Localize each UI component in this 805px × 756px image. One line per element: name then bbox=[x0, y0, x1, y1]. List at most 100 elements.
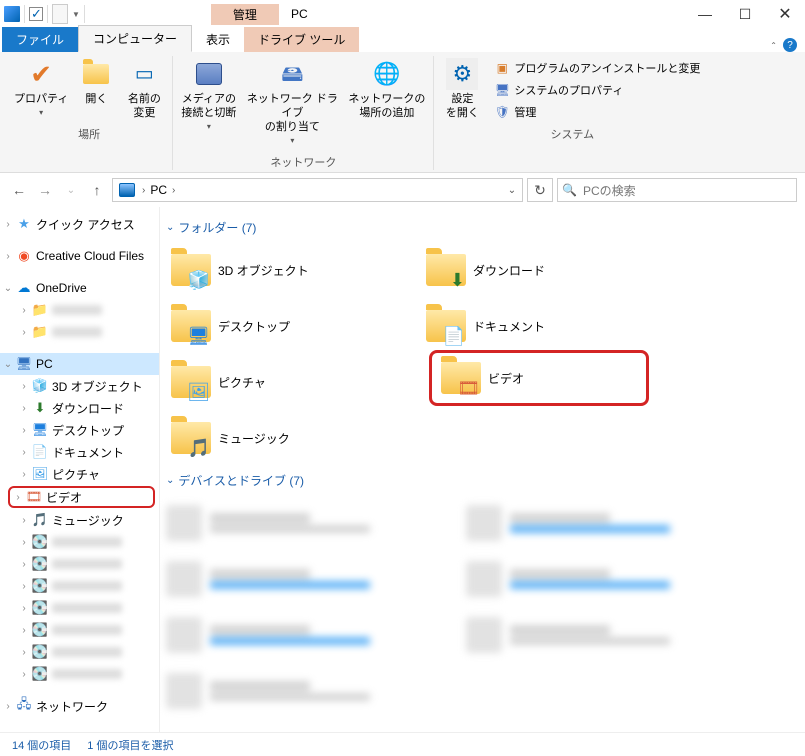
qat-checkbox-1[interactable] bbox=[29, 7, 43, 21]
rename-button[interactable]: ▭ 名前の 変更 bbox=[122, 56, 166, 122]
qat-dropdown-caret[interactable]: ▼ bbox=[72, 10, 80, 19]
tab-file[interactable]: ファイル bbox=[2, 27, 78, 52]
folder-music[interactable]: 🎵 ミュージック bbox=[166, 410, 421, 466]
map-drive-button[interactable]: 🖴 ネットワーク ドライブ の割り当て ▾ bbox=[242, 56, 342, 150]
search-box[interactable]: 🔍 PCの検索 bbox=[557, 178, 797, 202]
tree-music[interactable]: ›🎵ミュージック bbox=[0, 509, 159, 531]
tree-drive[interactable]: ›💽 bbox=[0, 553, 159, 575]
tree-onedrive-child[interactable]: ›📁 bbox=[0, 299, 159, 321]
tree-drive[interactable]: ›💽 bbox=[0, 531, 159, 553]
tree-downloads[interactable]: ›⬇ダウンロード bbox=[0, 397, 159, 419]
open-button[interactable]: 開く bbox=[74, 56, 118, 108]
folder-icon: 🎵 bbox=[170, 417, 212, 459]
tree-onedrive-child[interactable]: ›📁 bbox=[0, 321, 159, 343]
uninstall-programs-button[interactable]: ▣ プログラムのアンインストールと変更 bbox=[490, 58, 704, 78]
settings-label: 設定 を開く bbox=[446, 92, 479, 120]
drive-item[interactable] bbox=[166, 663, 466, 719]
cloud-icon: ☁ bbox=[16, 280, 32, 296]
status-selected-count: 1 個の項目を選択 bbox=[87, 737, 173, 753]
address-bar[interactable]: › PC › ⌄ bbox=[112, 178, 523, 202]
up-button[interactable]: ↑ bbox=[86, 179, 108, 201]
qat-blank-document-icon[interactable] bbox=[52, 4, 68, 24]
tree-pictures[interactable]: ›🖼ピクチャ bbox=[0, 463, 159, 485]
properties-button[interactable]: ✔ プロパティ ▾ bbox=[12, 56, 70, 122]
tab-drive-tools[interactable]: ドライブ ツール bbox=[244, 27, 359, 52]
tree-drive[interactable]: ›💽 bbox=[0, 597, 159, 619]
help-icon[interactable]: ? bbox=[783, 38, 797, 52]
drive-item[interactable] bbox=[166, 607, 466, 663]
folder-downloads[interactable]: ⬇ ダウンロード bbox=[421, 242, 676, 298]
folder-documents[interactable]: 📄 ドキュメント bbox=[421, 298, 676, 354]
tree-documents[interactable]: ›📄ドキュメント bbox=[0, 441, 159, 463]
section-drives-header[interactable]: ⌄ デバイスとドライブ (7) bbox=[166, 466, 793, 495]
tab-view[interactable]: 表示 bbox=[192, 27, 244, 52]
drive-item[interactable] bbox=[466, 495, 766, 551]
folder-videos[interactable]: 🎞 ビデオ bbox=[429, 350, 649, 406]
back-button[interactable]: ← bbox=[8, 179, 30, 201]
navigation-tree[interactable]: ›★クイック アクセス ›◉Creative Cloud Files ⌄☁One… bbox=[0, 207, 160, 732]
tree-videos[interactable]: ›🎞ビデオ bbox=[8, 486, 155, 508]
recent-dropdown[interactable]: ⌄ bbox=[60, 179, 82, 201]
tree-drive[interactable]: ›💽 bbox=[0, 641, 159, 663]
search-placeholder: PCの検索 bbox=[583, 182, 636, 199]
document-icon: 📄 bbox=[32, 444, 48, 460]
drives-list bbox=[166, 495, 793, 719]
drive-item[interactable] bbox=[166, 495, 466, 551]
app-icon bbox=[4, 6, 20, 22]
folder-desktop[interactable]: 🖥 デスクトップ bbox=[166, 298, 421, 354]
system-properties-button[interactable]: 🖥 システムのプロパティ bbox=[490, 80, 704, 100]
address-dropdown-icon[interactable]: ⌄ bbox=[504, 185, 520, 196]
uninstall-label: プログラムのアンインストールと変更 bbox=[514, 60, 700, 76]
folder-icon: ⬇ bbox=[425, 249, 467, 291]
tree-creative-cloud[interactable]: ›◉Creative Cloud Files bbox=[0, 245, 159, 267]
properties-label: プロパティ bbox=[14, 92, 68, 106]
tree-3d-objects[interactable]: ›🧊3D オブジェクト bbox=[0, 375, 159, 397]
media-label: メディアの 接続と切断 bbox=[181, 92, 236, 120]
media-disc-icon bbox=[193, 58, 225, 90]
chevron-right-icon[interactable]: › bbox=[169, 185, 178, 196]
tree-desktop[interactable]: ›🖥デスクトップ bbox=[0, 419, 159, 441]
pc-icon: 🖥 bbox=[16, 356, 32, 372]
tree-drive[interactable]: ›💽 bbox=[0, 663, 159, 685]
chevron-down-icon: ⌄ bbox=[166, 475, 174, 486]
tree-quick-access[interactable]: ›★クイック アクセス bbox=[0, 213, 159, 235]
minimize-button[interactable]: — bbox=[685, 0, 725, 28]
rename-label: 名前の 変更 bbox=[128, 92, 161, 120]
folder-3d-objects[interactable]: 🧊 3D オブジェクト bbox=[166, 242, 421, 298]
add-network-location-button[interactable]: 🌐 ネットワークの 場所の追加 bbox=[346, 56, 427, 122]
quick-access-toolbar: ▼ bbox=[0, 4, 91, 24]
shield-icon: 🛡 bbox=[494, 104, 510, 120]
navigation-bar: ← → ⌄ ↑ › PC › ⌄ ↻ 🔍 PCの検索 bbox=[0, 173, 805, 207]
ribbon-caret-icon[interactable]: ⌃ bbox=[770, 41, 777, 50]
tree-network[interactable]: ›🖧ネットワーク bbox=[0, 695, 159, 717]
refresh-button[interactable]: ↻ bbox=[527, 178, 553, 202]
tree-onedrive[interactable]: ⌄☁OneDrive bbox=[0, 277, 159, 299]
tree-drive[interactable]: ›💽 bbox=[0, 575, 159, 597]
section-folders-header[interactable]: ⌄ フォルダー (7) bbox=[166, 213, 793, 242]
drive-item[interactable] bbox=[466, 607, 766, 663]
body: ›★クイック アクセス ›◉Creative Cloud Files ⌄☁One… bbox=[0, 207, 805, 732]
folders-list: 🧊 3D オブジェクト ⬇ ダウンロード 🖥 デスクトップ 📄 ドキュメント 🖼… bbox=[166, 242, 793, 466]
media-button[interactable]: メディアの 接続と切断 ▾ bbox=[179, 56, 238, 136]
open-label: 開く bbox=[85, 92, 107, 106]
tree-pc[interactable]: ⌄🖥PC bbox=[0, 353, 159, 375]
status-bar: 14 個の項目 1 個の項目を選択 bbox=[0, 732, 805, 756]
close-button[interactable]: ✕ bbox=[765, 0, 805, 28]
group-network-label: ネットワーク bbox=[270, 154, 336, 170]
tree-drive[interactable]: ›💽 bbox=[0, 619, 159, 641]
open-settings-button[interactable]: ⚙ 設定 を開く bbox=[440, 56, 484, 122]
breadcrumb-pc[interactable]: PC bbox=[148, 183, 169, 197]
picture-icon: 🖼 bbox=[32, 466, 48, 482]
folder-pictures[interactable]: 🖼 ピクチャ bbox=[166, 354, 421, 410]
rename-tag-icon: ▭ bbox=[128, 58, 160, 90]
manage-button[interactable]: 🛡 管理 bbox=[490, 102, 704, 122]
chevron-right-icon[interactable]: › bbox=[139, 185, 148, 196]
folder-icon: 🖼 bbox=[170, 361, 212, 403]
maximize-button[interactable]: ☐ bbox=[725, 0, 765, 28]
forward-button[interactable]: → bbox=[34, 179, 56, 201]
sysprops-label: システムのプロパティ bbox=[514, 82, 623, 98]
drive-item[interactable] bbox=[466, 551, 766, 607]
monitor-icon: 🖥 bbox=[494, 82, 510, 98]
drive-item[interactable] bbox=[166, 551, 466, 607]
tab-computer[interactable]: コンピューター bbox=[78, 25, 192, 52]
